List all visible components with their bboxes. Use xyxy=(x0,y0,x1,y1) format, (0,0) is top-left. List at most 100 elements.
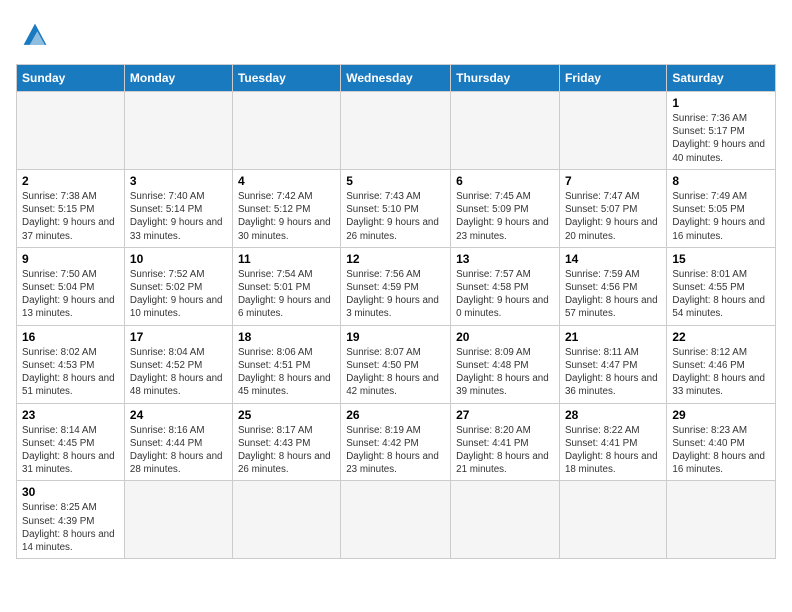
calendar-cell xyxy=(124,481,232,559)
day-header-friday: Friday xyxy=(559,65,666,92)
logo-icon xyxy=(16,16,54,54)
day-info: Sunrise: 7:47 AM Sunset: 5:07 PM Dayligh… xyxy=(565,190,661,243)
day-number: 7 xyxy=(565,174,661,188)
calendar-cell xyxy=(451,481,560,559)
day-number: 17 xyxy=(130,330,227,344)
day-header-saturday: Saturday xyxy=(667,65,776,92)
day-info: Sunrise: 7:56 AM Sunset: 4:59 PM Dayligh… xyxy=(346,268,445,321)
day-number: 9 xyxy=(22,252,119,266)
day-info: Sunrise: 7:36 AM Sunset: 5:17 PM Dayligh… xyxy=(672,112,770,165)
calendar-cell xyxy=(559,92,666,170)
calendar-table: SundayMondayTuesdayWednesdayThursdayFrid… xyxy=(16,64,776,559)
calendar-cell: 2 Sunrise: 7:38 AM Sunset: 5:15 PM Daylig… xyxy=(17,169,125,247)
calendar-cell: 3Sunrise: 7:40 AM Sunset: 5:14 PM Daylig… xyxy=(124,169,232,247)
day-info: Sunrise: 7:54 AM Sunset: 5:01 PM Dayligh… xyxy=(238,268,335,321)
calendar-cell: 11Sunrise: 7:54 AM Sunset: 5:01 PM Dayli… xyxy=(232,247,340,325)
day-info: Sunrise: 7:52 AM Sunset: 5:02 PM Dayligh… xyxy=(130,268,227,321)
calendar-cell: 30Sunrise: 8:25 AM Sunset: 4:39 PM Dayli… xyxy=(17,481,125,559)
day-info: Sunrise: 7:59 AM Sunset: 4:56 PM Dayligh… xyxy=(565,268,661,321)
calendar-cell: 22 Sunrise: 8:12 AM Sunset: 4:46 PM Dayli… xyxy=(667,325,776,403)
day-header-thursday: Thursday xyxy=(451,65,560,92)
day-info: Sunrise: 7:49 AM Sunset: 5:05 PM Dayligh… xyxy=(672,190,770,243)
day-info: Sunrise: 7:43 AM Sunset: 5:10 PM Dayligh… xyxy=(346,190,445,243)
day-info: Sunrise: 8:12 AM Sunset: 4:46 PM Dayligh… xyxy=(672,346,770,399)
day-number: 14 xyxy=(565,252,661,266)
day-number: 18 xyxy=(238,330,335,344)
calendar-cell: 29Sunrise: 8:23 AM Sunset: 4:40 PM Dayli… xyxy=(667,403,776,481)
day-info: Sunrise: 8:04 AM Sunset: 4:52 PM Dayligh… xyxy=(130,346,227,399)
day-number: 4 xyxy=(238,174,335,188)
day-info: Sunrise: 8:23 AM Sunset: 4:40 PM Dayligh… xyxy=(672,424,770,477)
day-number: 10 xyxy=(130,252,227,266)
day-number: 21 xyxy=(565,330,661,344)
day-info: Sunrise: 7:38 AM Sunset: 5:15 PM Dayligh… xyxy=(22,190,119,243)
calendar-cell: 24 Sunrise: 8:16 AM Sunset: 4:44 PM Dayli… xyxy=(124,403,232,481)
calendar-cell xyxy=(232,92,340,170)
day-info: Sunrise: 8:14 AM Sunset: 4:45 PM Dayligh… xyxy=(22,424,119,477)
calendar-week-1: 1 Sunrise: 7:36 AM Sunset: 5:17 PM Daylig… xyxy=(17,92,776,170)
calendar-cell xyxy=(17,92,125,170)
day-number: 15 xyxy=(672,252,770,266)
calendar-week-5: 23 Sunrise: 8:14 AM Sunset: 4:45 PM Dayli… xyxy=(17,403,776,481)
day-info: Sunrise: 7:40 AM Sunset: 5:14 PM Dayligh… xyxy=(130,190,227,243)
day-info: Sunrise: 8:01 AM Sunset: 4:55 PM Dayligh… xyxy=(672,268,770,321)
day-info: Sunrise: 8:19 AM Sunset: 4:42 PM Dayligh… xyxy=(346,424,445,477)
day-info: Sunrise: 8:09 AM Sunset: 4:48 PM Dayligh… xyxy=(456,346,554,399)
day-info: Sunrise: 8:07 AM Sunset: 4:50 PM Dayligh… xyxy=(346,346,445,399)
day-number: 16 xyxy=(22,330,119,344)
calendar-week-4: 16 Sunrise: 8:02 AM Sunset: 4:53 PM Dayli… xyxy=(17,325,776,403)
calendar-cell xyxy=(341,92,451,170)
calendar-cell: 26 Sunrise: 8:19 AM Sunset: 4:42 PM Dayli… xyxy=(341,403,451,481)
day-number: 20 xyxy=(456,330,554,344)
day-number: 13 xyxy=(456,252,554,266)
calendar-cell: 17 Sunrise: 8:04 AM Sunset: 4:52 PM Dayli… xyxy=(124,325,232,403)
day-number: 27 xyxy=(456,408,554,422)
page-header xyxy=(16,16,776,54)
day-info: Sunrise: 7:57 AM Sunset: 4:58 PM Dayligh… xyxy=(456,268,554,321)
day-number: 5 xyxy=(346,174,445,188)
calendar-cell: 21 Sunrise: 8:11 AM Sunset: 4:47 PM Dayli… xyxy=(559,325,666,403)
day-number: 24 xyxy=(130,408,227,422)
calendar-cell: 9 Sunrise: 7:50 AM Sunset: 5:04 PM Daylig… xyxy=(17,247,125,325)
day-info: Sunrise: 7:42 AM Sunset: 5:12 PM Dayligh… xyxy=(238,190,335,243)
day-number: 25 xyxy=(238,408,335,422)
calendar-cell: 18 Sunrise: 8:06 AM Sunset: 4:51 PM Dayli… xyxy=(232,325,340,403)
day-header-wednesday: Wednesday xyxy=(341,65,451,92)
day-info: Sunrise: 8:11 AM Sunset: 4:47 PM Dayligh… xyxy=(565,346,661,399)
day-info: Sunrise: 8:06 AM Sunset: 4:51 PM Dayligh… xyxy=(238,346,335,399)
day-info: Sunrise: 7:45 AM Sunset: 5:09 PM Dayligh… xyxy=(456,190,554,243)
calendar-week-2: 2 Sunrise: 7:38 AM Sunset: 5:15 PM Daylig… xyxy=(17,169,776,247)
calendar-cell: 4 Sunrise: 7:42 AM Sunset: 5:12 PM Daylig… xyxy=(232,169,340,247)
day-header-tuesday: Tuesday xyxy=(232,65,340,92)
day-info: Sunrise: 8:22 AM Sunset: 4:41 PM Dayligh… xyxy=(565,424,661,477)
day-header-sunday: Sunday xyxy=(17,65,125,92)
day-number: 28 xyxy=(565,408,661,422)
calendar-cell xyxy=(341,481,451,559)
day-info: Sunrise: 8:17 AM Sunset: 4:43 PM Dayligh… xyxy=(238,424,335,477)
calendar-cell: 6 Sunrise: 7:45 AM Sunset: 5:09 PM Daylig… xyxy=(451,169,560,247)
day-info: Sunrise: 8:16 AM Sunset: 4:44 PM Dayligh… xyxy=(130,424,227,477)
day-number: 12 xyxy=(346,252,445,266)
calendar-week-6: 30Sunrise: 8:25 AM Sunset: 4:39 PM Dayli… xyxy=(17,481,776,559)
day-number: 6 xyxy=(456,174,554,188)
calendar-cell xyxy=(232,481,340,559)
calendar-cell xyxy=(667,481,776,559)
calendar-cell xyxy=(124,92,232,170)
calendar-cell: 5 Sunrise: 7:43 AM Sunset: 5:10 PM Daylig… xyxy=(341,169,451,247)
calendar-cell: 13 Sunrise: 7:57 AM Sunset: 4:58 PM Dayli… xyxy=(451,247,560,325)
calendar-cell: 7 Sunrise: 7:47 AM Sunset: 5:07 PM Daylig… xyxy=(559,169,666,247)
day-number: 22 xyxy=(672,330,770,344)
day-number: 1 xyxy=(672,96,770,110)
calendar-cell: 23 Sunrise: 8:14 AM Sunset: 4:45 PM Dayli… xyxy=(17,403,125,481)
day-info: Sunrise: 7:50 AM Sunset: 5:04 PM Dayligh… xyxy=(22,268,119,321)
calendar-cell: 8Sunrise: 7:49 AM Sunset: 5:05 PM Daylig… xyxy=(667,169,776,247)
day-info: Sunrise: 8:02 AM Sunset: 4:53 PM Dayligh… xyxy=(22,346,119,399)
day-number: 26 xyxy=(346,408,445,422)
day-header-monday: Monday xyxy=(124,65,232,92)
calendar-header-row: SundayMondayTuesdayWednesdayThursdayFrid… xyxy=(17,65,776,92)
day-number: 2 xyxy=(22,174,119,188)
day-number: 23 xyxy=(22,408,119,422)
day-number: 30 xyxy=(22,485,119,499)
calendar-cell: 16 Sunrise: 8:02 AM Sunset: 4:53 PM Dayli… xyxy=(17,325,125,403)
calendar-cell: 14 Sunrise: 7:59 AM Sunset: 4:56 PM Dayli… xyxy=(559,247,666,325)
